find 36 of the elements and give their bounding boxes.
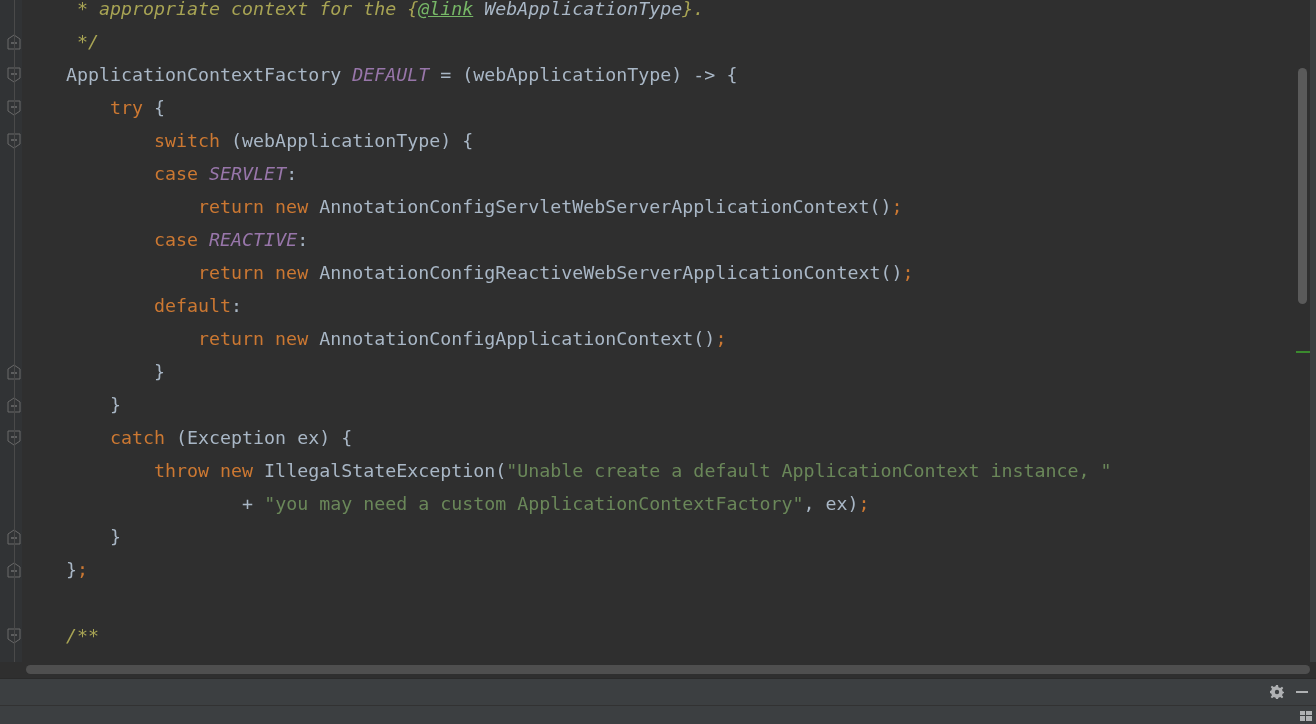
code-line: throw new IllegalStateException("Unable create a default ApplicationContext instance, "	[153, 460, 1112, 481]
code-line: + "you may need a custom ApplicationContextFactory", ex);	[241, 493, 870, 514]
code-line: };	[66, 559, 89, 580]
fold-icon[interactable]	[7, 66, 21, 83]
code-line: }	[109, 526, 122, 547]
vertical-scrollbar[interactable]	[1298, 68, 1307, 304]
fold-icon[interactable]	[7, 396, 21, 413]
fold-icon[interactable]	[7, 561, 21, 578]
horizontal-scrollbar[interactable]	[26, 665, 1310, 674]
code-line: }	[109, 394, 122, 415]
minimize-icon[interactable]	[1296, 690, 1308, 694]
fold-icon[interactable]	[7, 99, 21, 116]
code-line: /**	[66, 625, 100, 646]
fold-icon[interactable]	[7, 33, 21, 50]
code-line: catch (Exception ex) {	[109, 427, 353, 448]
code-line: */	[76, 31, 100, 52]
layout-icon[interactable]	[1300, 710, 1312, 721]
fold-icon[interactable]	[7, 363, 21, 380]
code-line: * appropriate context for the {@link WebApplicationType}.	[76, 0, 705, 19]
code-line: return new AnnotationConfigReactiveWebServerApplicationContext();	[197, 262, 914, 283]
settings-icon[interactable]	[1270, 685, 1284, 699]
code-line: return new AnnotationConfigServletWebServerApplicationContext();	[197, 196, 903, 217]
code-line: case REACTIVE:	[153, 229, 309, 250]
code-line: try {	[109, 97, 166, 118]
change-marker	[1296, 351, 1310, 353]
code-line: ApplicationContextFactory DEFAULT = (webApplicationType) -> {	[66, 64, 738, 85]
code-line: return new AnnotationConfigApplicationContext();	[197, 328, 727, 349]
code-editor[interactable]	[0, 0, 1316, 678]
code-line: switch (webApplicationType) {	[153, 130, 474, 151]
code-line: case SERVLET:	[153, 163, 298, 184]
fold-icon[interactable]	[7, 132, 21, 149]
fold-icon[interactable]	[7, 627, 21, 644]
code-line: default:	[153, 295, 243, 316]
code-line: }	[153, 361, 166, 382]
fold-icon[interactable]	[7, 528, 21, 545]
fold-icon[interactable]	[7, 429, 21, 446]
